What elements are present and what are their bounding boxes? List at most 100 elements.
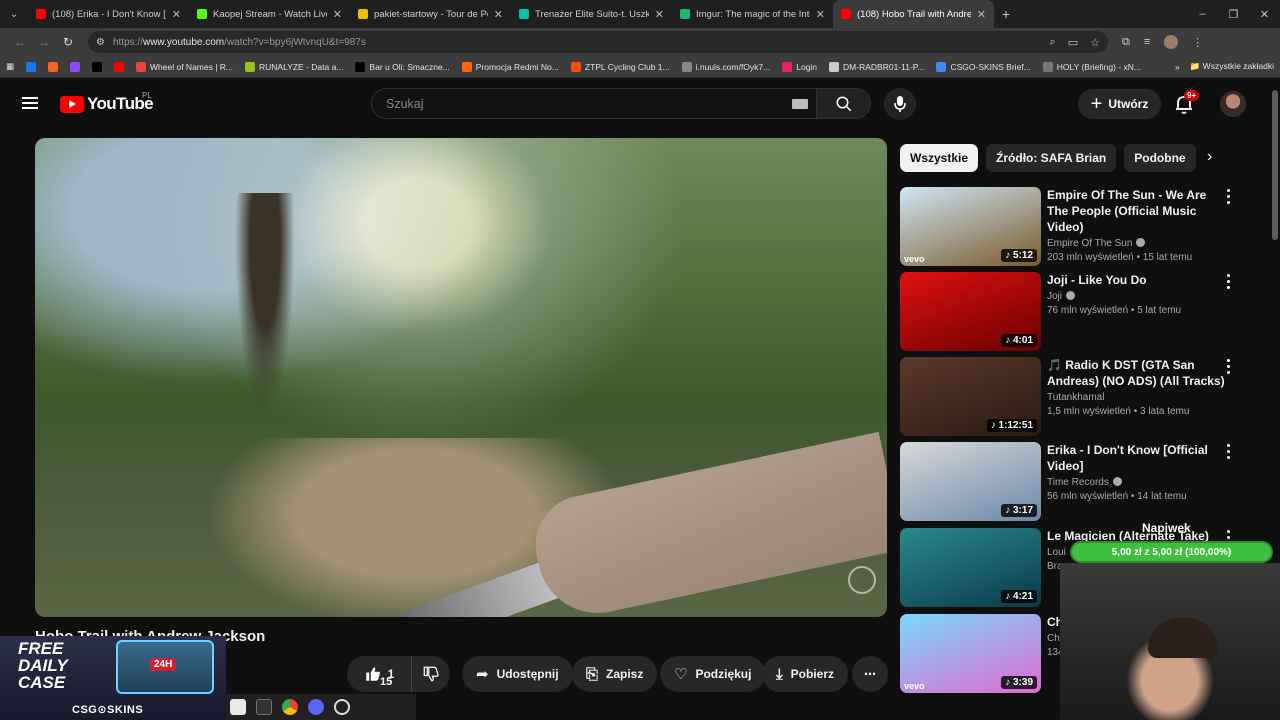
extensions-icon[interactable]: ⧉ [1122,36,1130,49]
browser-tab[interactable]: (108) Erika - I Don't Know [Offic ✕ [28,0,189,28]
channel-name[interactable]: Tutankhamal [1047,392,1227,403]
recommended-video[interactable]: ♪ 1:12:51 🎵 Radio K DST (GTA San Andreas)… [900,357,1275,437]
video-thumbnail[interactable]: ♪ 4:01 [900,272,1041,351]
search-input[interactable]: Szukaj [371,88,817,119]
bookmark-star-icon[interactable]: ☆ [1090,36,1100,49]
voice-search-button[interactable] [884,88,916,120]
tab-close-icon[interactable]: ✕ [977,8,986,21]
forward-icon[interactable]: → [32,35,56,49]
apps-grid-icon[interactable]: ▦ [6,61,14,72]
dislike-button[interactable] [412,656,450,692]
page-scrollbar[interactable] [1272,90,1278,240]
account-avatar[interactable] [1220,91,1246,117]
chip-scroll-right-icon[interactable]: › [1207,148,1225,166]
browser-menu-icon[interactable]: ⋮ [1192,36,1203,49]
bookmark-item[interactable]: CSGO-SKINS Brief... [936,61,1031,72]
video-thumbnail[interactable]: ♪ 1:12:51 [900,357,1041,436]
channel-name-text: Empire Of The Sun [1047,238,1133,249]
bookmark-favicon-icon [245,61,256,72]
close-window-icon[interactable]: ✕ [1249,8,1280,21]
browser-tab[interactable]: Kaopej Stream - Watch Live on ✕ [189,0,350,28]
recommended-video[interactable]: ♪ 4:01 Joji - Like You Do Joji 76 mln wyświ… [900,272,1275,352]
obs-icon[interactable] [334,699,350,715]
terminal-icon[interactable] [256,699,272,715]
channel-name[interactable]: Empire Of The Sun [1047,238,1227,249]
cast-icon[interactable]: ▭ [1068,36,1078,49]
minimize-icon[interactable]: – [1187,8,1218,21]
menu-icon[interactable] [22,97,38,109]
video-options-icon[interactable] [1227,444,1231,462]
new-tab-button[interactable]: + [994,6,1018,22]
tab-close-icon[interactable]: ✕ [816,8,825,21]
thanks-button[interactable]: ♡ Podziękuj [660,656,766,692]
bookmark-item[interactable]: HOLY (Briefing) - xN... [1042,61,1141,72]
bookmark-item[interactable]: Promocja Redmi No... [461,61,559,72]
channel-watermark-icon[interactable] [848,566,876,594]
video-title[interactable]: Empire Of The Sun - We Are The People (O… [1047,187,1227,235]
reload-icon[interactable]: ↻ [56,35,80,49]
bookmark-item[interactable] [26,61,40,72]
bookmark-item[interactable]: Bar u Oli: Smaczne... [355,61,450,72]
more-bookmarks-icon[interactable]: » [1175,62,1180,72]
save-button[interactable]: ⎘ Zapisz [572,656,658,692]
youtube-logo[interactable]: YouTube PL [60,91,154,114]
bookmark-item[interactable]: ZTPL Cycling Club 1... [570,61,670,72]
restore-icon[interactable]: ❐ [1218,8,1249,21]
recommended-video[interactable]: vevo ♪ 5:12 Empire Of The Sun - We Are The… [900,187,1275,267]
browser-profile-avatar[interactable] [1164,35,1179,49]
video-title[interactable]: 🎵 Radio K DST (GTA San Andreas) (NO ADS)… [1047,357,1227,389]
media-icon[interactable]: ≡ [1144,36,1150,48]
more-actions-button[interactable]: ⋯ [852,656,888,692]
download-button[interactable]: ⤓ Pobierz [762,656,848,692]
bookmark-item[interactable] [114,61,128,72]
discord-icon[interactable] [308,699,324,715]
bookmark-item[interactable]: Wheel of Names | R... [136,61,233,72]
bookmark-item[interactable] [92,61,106,72]
browser-tab[interactable]: Trenażer Elite Suito-t. Uszkodzo ✕ [511,0,672,28]
tab-close-icon[interactable]: ✕ [333,8,342,21]
tab-search-icon[interactable]: ⌄ [0,0,28,28]
bookmark-item[interactable] [70,61,84,72]
chrome-icon[interactable] [282,699,298,715]
bookmark-favicon-icon [461,61,472,72]
site-info-icon[interactable]: ⚙ [96,37,105,48]
filter-chip[interactable]: Wszystkie [900,144,979,172]
share-button[interactable]: ➦ Udostępnij [462,656,573,692]
file-explorer-icon[interactable] [230,699,246,715]
video-options-icon[interactable] [1227,359,1231,377]
video-player[interactable] [35,138,887,617]
channel-name[interactable]: Joji [1047,291,1227,302]
video-title[interactable]: Joji - Like You Do [1047,272,1227,288]
video-info: Joji - Like You Do Joji 76 mln wyświetleń … [1047,272,1227,316]
recommended-video[interactable]: ♪ 3:17 Erika - I Don't Know [Official Vid… [900,442,1275,522]
video-thumbnail[interactable]: vevo ♪ 3:39 [900,614,1041,693]
keyboard-icon[interactable] [792,98,808,109]
search-button[interactable] [817,88,871,119]
bookmark-item[interactable] [48,61,62,72]
tab-close-icon[interactable]: ✕ [172,8,181,21]
bookmark-item[interactable]: RUNALYZE - Data a... [245,61,343,72]
channel-name[interactable]: Time Records [1047,477,1227,488]
bookmark-item[interactable]: Login [782,61,817,72]
tab-close-icon[interactable]: ✕ [655,8,664,21]
bookmark-item[interactable]: i.nuuls.com/fOyk7... [681,61,770,72]
video-title[interactable]: Erika - I Don't Know [Official Video] [1047,442,1227,474]
video-thumbnail[interactable]: vevo ♪ 5:12 [900,187,1041,266]
url-field[interactable]: ⚙ https://www.youtube.com/watch?v=bpy6jW… [88,31,1108,53]
tab-favicon-icon [519,9,529,19]
browser-tab[interactable]: Imgur: The magic of the Interne ✕ [672,0,833,28]
video-thumbnail[interactable]: ♪ 4:21 [900,528,1041,607]
video-thumbnail[interactable]: ♪ 3:17 [900,442,1041,521]
zoom-icon[interactable]: ⌕ [1050,36,1056,49]
back-icon[interactable]: ← [8,35,32,49]
video-options-icon[interactable] [1227,189,1231,207]
bookmark-item[interactable]: DM-RADBR01-11-P... [829,61,924,72]
browser-tab[interactable]: pakiet-startowy - Tour de Polog ✕ [350,0,511,28]
all-bookmarks-folder[interactable]: 📁 Wszystkie zakładki [1190,61,1274,72]
filter-chip[interactable]: Źródło: SAFA Brian [986,144,1117,172]
browser-tab[interactable]: (108) Hobo Trail with Andrew Ja ✕ [833,0,994,28]
video-options-icon[interactable] [1227,274,1231,292]
filter-chip[interactable]: Podobne [1124,144,1196,172]
tab-close-icon[interactable]: ✕ [494,8,503,21]
create-button[interactable]: + Utwórz [1078,89,1161,119]
